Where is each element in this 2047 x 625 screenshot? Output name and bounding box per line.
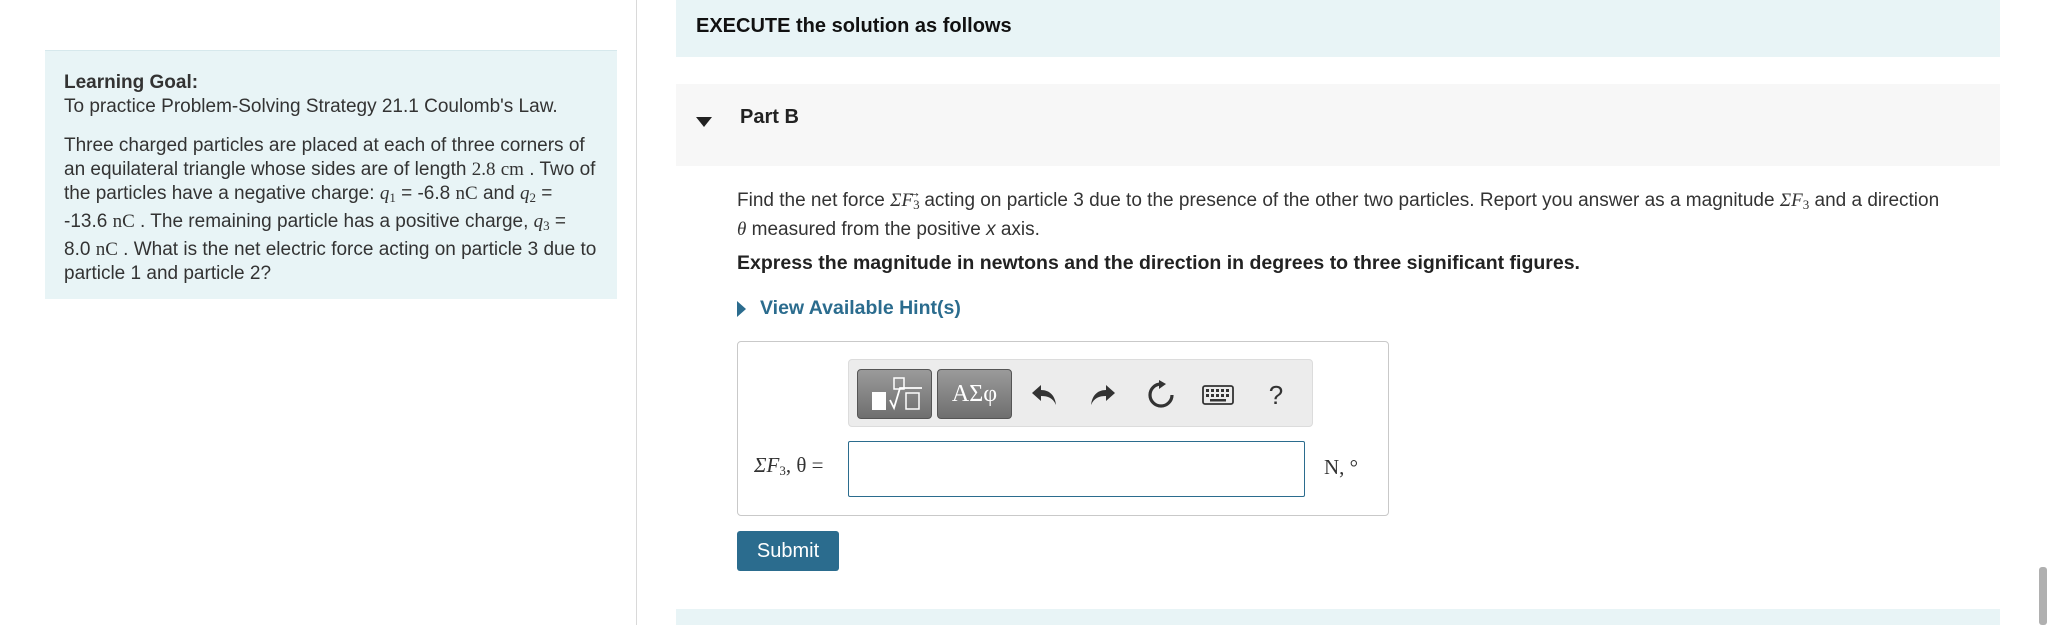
answer-input[interactable] [848,441,1305,497]
reset-icon[interactable] [1144,378,1178,412]
problem-text-3: The remaining particle has a positive ch… [150,211,529,232]
problem-statement: Three charged particles are placed at ea… [64,135,597,284]
answer-label: ΣF3, θ = [754,453,823,479]
magnitude-symbol: ΣF3 [1779,190,1810,212]
view-hints-link[interactable]: View Available Hint(s) [737,297,961,320]
submit-button[interactable]: Submit [737,531,839,571]
q3-subscript: 3 [543,218,550,233]
net-force-symbol: → ΣF3 [890,186,922,212]
x-axis-symbol: x [986,219,996,240]
part-b-title: Part B [740,106,799,128]
answer-instruction: Express the magnitude in newtons and the… [737,252,1580,274]
q1-unit: nC [455,183,478,204]
answer-label-rest: , θ = [785,453,824,477]
side-length-unit: cm [500,159,524,180]
answer-units: N, ° [1324,455,1359,479]
q3-unit: nC [95,239,118,260]
learning-goal-panel: Learning Goal: To practice Problem-Solvi… [45,50,617,299]
scrollbar-thumb[interactable] [2039,567,2047,625]
learning-goal-subtitle: To practice Problem-Solving Strategy 21.… [64,96,558,117]
question-part-b: acting on particle 3 due to the presence… [924,190,1775,211]
execute-banner: EXECUTE the solution as follows [676,0,2000,57]
magnitude-subscript: 3 [1802,197,1810,212]
q1-value: -6.8 [417,183,451,204]
answer-box: ΑΣφ ? ΣF3, θ = N, ° [737,341,1389,516]
q1-symbol: q [379,183,390,204]
and-text: and [482,183,515,204]
math-toolbar: ΑΣφ ? [848,359,1313,427]
side-length-value: 2.8 [471,159,496,180]
answer-label-sigma: ΣF [754,453,780,477]
magnitude-symbol-text: ΣF [1779,190,1803,211]
question-part-e: axis. [1000,219,1040,240]
q2-value: -13.6 [64,211,108,232]
question-part-a: Find the net force [737,190,885,211]
q3-value: 8.0 [64,239,91,260]
q1-subscript: 1 [389,190,396,205]
column-divider [636,0,637,625]
q3-symbol: q [533,211,544,232]
sqrt-template-icon [871,377,922,411]
question-part-d: measured from the positive [751,219,981,240]
collapse-caret-icon[interactable] [696,117,712,127]
keyboard-icon[interactable] [1201,378,1235,412]
problem-text-4: What is the net electric force acting on… [64,239,597,284]
symbols-button[interactable]: ΑΣφ [937,369,1012,419]
undo-icon[interactable] [1027,378,1061,412]
question-text: Find the net force → ΣF3 acting on partic… [737,186,2000,242]
hint-caret-icon [737,300,746,317]
redo-icon[interactable] [1086,378,1120,412]
view-hints-label: View Available Hint(s) [760,297,961,319]
q2-unit: nC [112,211,135,232]
next-part-strip [676,609,2000,625]
q2-subscript: 2 [529,190,536,205]
question-part-c: and a direction [1814,190,1940,211]
templates-button[interactable] [857,369,932,419]
theta-symbol: θ [737,219,747,240]
part-b-header[interactable]: Part B [676,84,2000,166]
learning-goal-title: Learning Goal: [64,72,199,93]
help-icon[interactable]: ? [1259,378,1293,412]
